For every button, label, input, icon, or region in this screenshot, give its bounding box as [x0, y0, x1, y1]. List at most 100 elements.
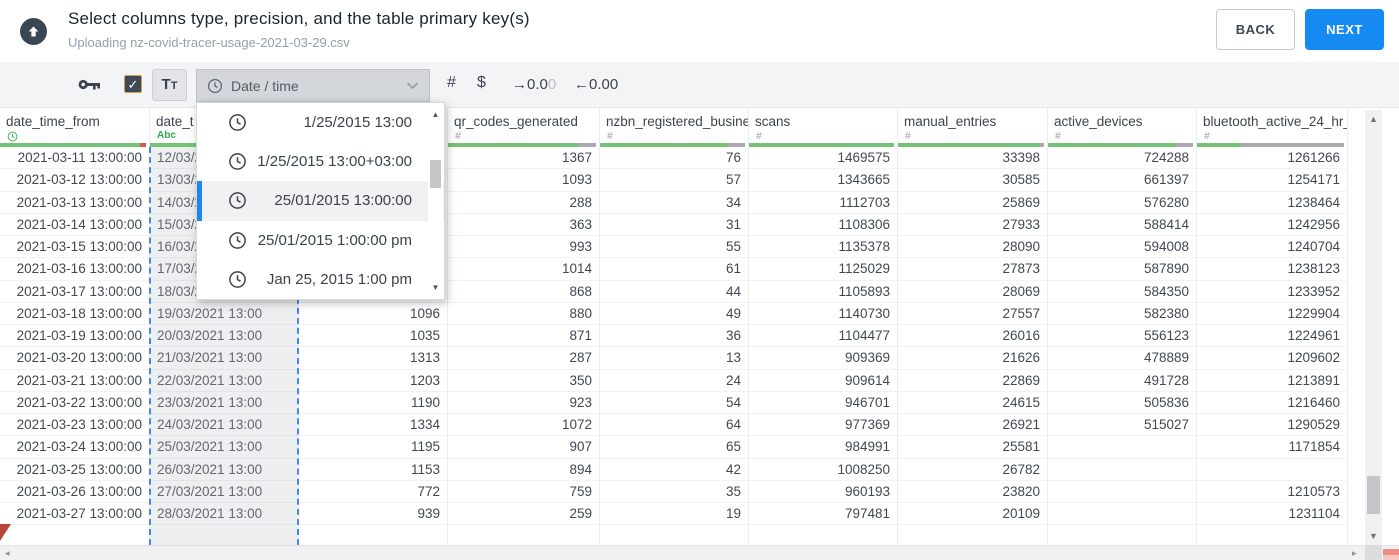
- table-cell[interactable]: 259: [448, 503, 599, 526]
- table-cell[interactable]: 27557: [898, 303, 1047, 325]
- next-button[interactable]: NEXT: [1305, 9, 1384, 50]
- table-cell[interactable]: 772: [299, 481, 447, 503]
- table-cell[interactable]: 1334: [299, 414, 447, 437]
- table-cell[interactable]: 1096: [299, 303, 447, 325]
- table-cell[interactable]: 1104477: [749, 325, 897, 348]
- number-type-button[interactable]: #: [447, 74, 456, 92]
- table-cell[interactable]: 28/03/2021 13:00: [150, 503, 298, 526]
- table-cell[interactable]: 556123: [1048, 325, 1196, 348]
- table-cell[interactable]: 24615: [898, 392, 1047, 414]
- table-cell[interactable]: 2021-03-20 13:00:00: [0, 347, 149, 370]
- table-cell[interactable]: 26782: [898, 459, 1047, 481]
- table-cell[interactable]: 19: [600, 503, 748, 526]
- table-cell[interactable]: 909614: [749, 370, 897, 392]
- table-cell[interactable]: 25581: [898, 436, 1047, 459]
- table-cell[interactable]: [1048, 459, 1196, 481]
- column-date_time_from[interactable]: date_time_from 2021-03-11 13:00:00 2021-03…: [0, 108, 150, 545]
- table-cell[interactable]: 65: [600, 436, 748, 459]
- table-cell[interactable]: 1072: [448, 414, 599, 437]
- table-cell[interactable]: 13: [600, 347, 748, 370]
- table-cell[interactable]: 2021-03-19 13:00:00: [0, 325, 149, 348]
- column-nzbn_registered_busine[interactable]: nzbn_registered_busine #76 57 34 31 55 61 44 49 3…: [600, 108, 749, 545]
- datetime-format-select[interactable]: Date / time: [196, 69, 430, 102]
- table-cell[interactable]: 2021-03-14 13:00:00: [0, 214, 149, 236]
- table-cell[interactable]: 1216460: [1197, 392, 1347, 414]
- table-cell[interactable]: 1108306: [749, 214, 897, 236]
- table-cell[interactable]: 909369: [749, 347, 897, 370]
- table-cell[interactable]: 28090: [898, 236, 1047, 259]
- table-cell[interactable]: 1190: [299, 392, 447, 414]
- table-cell[interactable]: 1238464: [1197, 192, 1347, 214]
- scroll-down-icon[interactable]: ▼: [1365, 531, 1382, 541]
- table-cell[interactable]: 25869: [898, 192, 1047, 214]
- table-cell[interactable]: 76: [600, 147, 748, 170]
- table-cell[interactable]: 54: [600, 392, 748, 414]
- table-cell[interactable]: 33398: [898, 147, 1047, 170]
- decimal-increase-button[interactable]: ←0.00: [574, 76, 618, 93]
- scroll-down-icon[interactable]: ▼: [428, 283, 443, 292]
- table-cell[interactable]: 24/03/2021 13:00: [150, 414, 298, 437]
- table-cell[interactable]: 2021-03-18 13:00:00: [0, 303, 149, 325]
- table-cell[interactable]: 1261266: [1197, 147, 1347, 170]
- column-header[interactable]: active_devices: [1048, 108, 1196, 131]
- vertical-scrollbar[interactable]: ▲ ▼: [1365, 110, 1382, 545]
- table-cell[interactable]: 2021-03-24 13:00:00: [0, 436, 149, 459]
- table-cell[interactable]: 2021-03-25 13:00:00: [0, 459, 149, 481]
- table-cell[interactable]: 1014: [448, 258, 599, 281]
- table-cell[interactable]: 288: [448, 192, 599, 214]
- table-cell[interactable]: 582380: [1048, 303, 1196, 325]
- table-cell[interactable]: 2021-03-22 13:00:00: [0, 392, 149, 414]
- column-header[interactable]: bluetooth_active_24_hr_: [1197, 108, 1347, 131]
- table-cell[interactable]: 287: [448, 347, 599, 370]
- table-cell[interactable]: 880: [448, 303, 599, 325]
- horizontal-scrollbar[interactable]: ◂ ▸: [0, 545, 1399, 560]
- table-cell[interactable]: 907: [448, 436, 599, 459]
- table-cell[interactable]: 30585: [898, 169, 1047, 192]
- table-cell[interactable]: 26921: [898, 414, 1047, 437]
- table-cell[interactable]: 2021-03-11 13:00:00: [0, 147, 149, 170]
- table-cell[interactable]: 1195: [299, 436, 447, 459]
- table-cell[interactable]: 21626: [898, 347, 1047, 370]
- table-cell[interactable]: 55: [600, 236, 748, 259]
- table-cell[interactable]: 2021-03-26 13:00:00: [0, 481, 149, 503]
- table-cell[interactable]: 44: [600, 281, 748, 303]
- table-cell[interactable]: 1093: [448, 169, 599, 192]
- column-active_devices[interactable]: active_devices #724288 661397 576280 588414 5…: [1048, 108, 1197, 545]
- table-cell[interactable]: [1197, 459, 1347, 481]
- table-cell[interactable]: 1125029: [749, 258, 897, 281]
- table-cell[interactable]: 23820: [898, 481, 1047, 503]
- table-cell[interactable]: 587890: [1048, 258, 1196, 281]
- table-cell[interactable]: 25/03/2021 13:00: [150, 436, 298, 459]
- table-cell[interactable]: 1105893: [749, 281, 897, 303]
- table-cell[interactable]: 1240704: [1197, 236, 1347, 259]
- table-cell[interactable]: 1290529: [1197, 414, 1347, 437]
- column-scans[interactable]: scans #1469575 1343665 1112703 1108306 113537…: [749, 108, 898, 545]
- table-cell[interactable]: [1048, 503, 1196, 526]
- column-header[interactable]: scans: [749, 108, 897, 131]
- table-cell[interactable]: 977369: [749, 414, 897, 437]
- table-cell[interactable]: 594008: [1048, 236, 1196, 259]
- column-qr_codes_generated[interactable]: qr_codes_generated #1367 1093 288 363 993 1014…: [448, 108, 600, 545]
- table-cell[interactable]: 26/03/2021 13:00: [150, 459, 298, 481]
- table-cell[interactable]: 363: [448, 214, 599, 236]
- format-option[interactable]: 1/25/2015 13:00+03:00: [197, 142, 444, 181]
- table-cell[interactable]: 31: [600, 214, 748, 236]
- table-cell[interactable]: 1254171: [1197, 169, 1347, 192]
- decimal-decrease-button[interactable]: →0.00: [512, 76, 556, 93]
- table-cell[interactable]: 23/03/2021 13:00: [150, 392, 298, 414]
- table-cell[interactable]: 724288: [1048, 147, 1196, 170]
- boolean-type-checkbox[interactable]: ✓: [124, 75, 142, 93]
- scroll-up-icon[interactable]: ▲: [1365, 114, 1382, 124]
- table-cell[interactable]: 19/03/2021 13:00: [150, 303, 298, 325]
- table-cell[interactable]: 1343665: [749, 169, 897, 192]
- table-cell[interactable]: 661397: [1048, 169, 1196, 192]
- table-cell[interactable]: 960193: [749, 481, 897, 503]
- back-button[interactable]: BACK: [1216, 9, 1295, 50]
- table-cell[interactable]: 36: [600, 325, 748, 348]
- table-cell[interactable]: 1238123: [1197, 258, 1347, 281]
- table-cell[interactable]: 576280: [1048, 192, 1196, 214]
- table-cell[interactable]: 21/03/2021 13:00: [150, 347, 298, 370]
- table-cell[interactable]: 27873: [898, 258, 1047, 281]
- table-cell[interactable]: 35: [600, 481, 748, 503]
- column-manual_entries[interactable]: manual_entries #33398 30585 25869 27933 28090…: [898, 108, 1048, 545]
